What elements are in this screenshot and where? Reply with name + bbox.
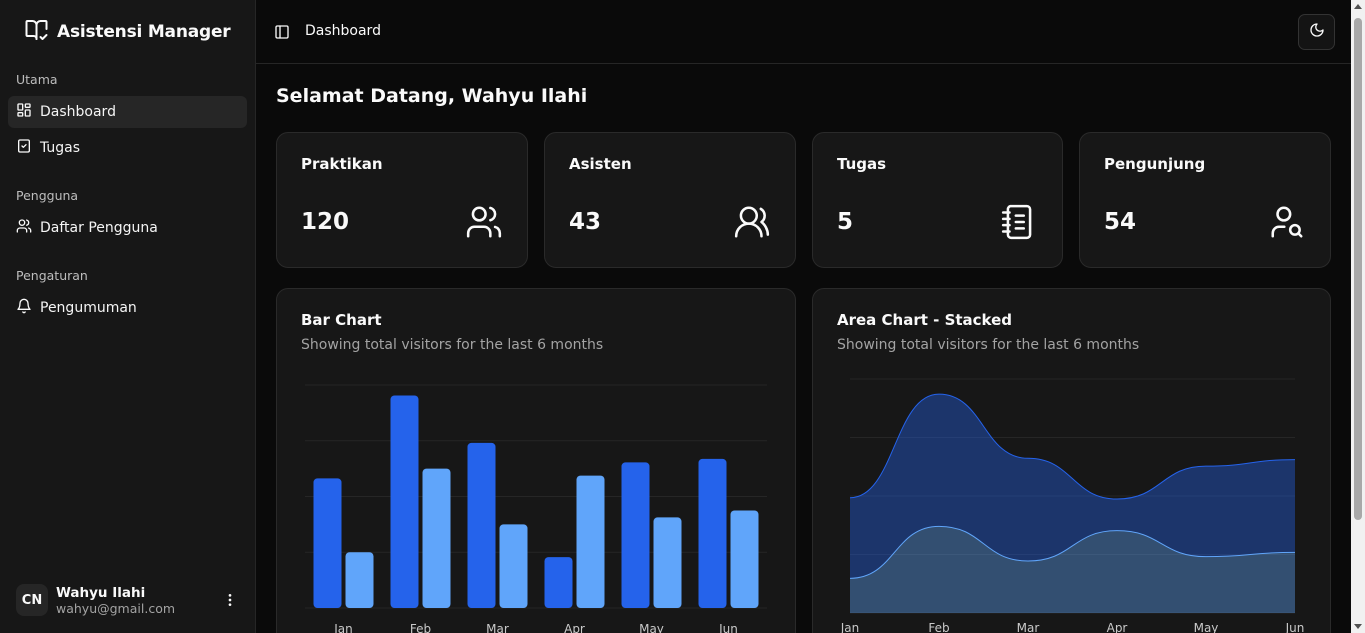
clipboard-check-icon [16, 138, 32, 158]
x-tick-label: Feb [928, 621, 949, 633]
moon-icon [1309, 22, 1325, 42]
bar [345, 552, 374, 608]
sidebar-item-daftar-pengguna[interactable]: Daftar Pengguna [8, 212, 247, 244]
sidebar-item-tugas[interactable]: Tugas [8, 132, 247, 164]
x-tick-label: Jan [333, 622, 353, 633]
stat-value: 5 [837, 209, 854, 235]
theme-toggle-button[interactable] [1298, 14, 1335, 50]
scrollbar[interactable] [1351, 0, 1365, 633]
book-check-icon [24, 18, 49, 46]
sidebar-item-label: Dashboard [40, 104, 116, 120]
bar [544, 557, 573, 608]
x-tick-label: Mar [1017, 621, 1040, 633]
x-tick-label: Jun [718, 622, 738, 633]
area-chart-card: Area Chart - Stacked Showing total visit… [812, 288, 1331, 633]
x-tick-label: May [639, 622, 664, 633]
x-tick-label: May [1194, 621, 1219, 633]
bar [576, 475, 605, 608]
layout-grid-icon [16, 102, 32, 122]
bar-chart: Jan Feb Mar Apr May Jun [305, 384, 767, 633]
stat-value: 120 [301, 209, 350, 235]
bar [653, 517, 682, 608]
user-profile[interactable]: CN Wahyu Ilahi wahyu@gmail.com [16, 584, 246, 616]
x-tick-label: Apr [1107, 621, 1128, 633]
nav-group-label-pengguna: Pengguna [16, 188, 79, 203]
bar [621, 462, 650, 608]
brand[interactable]: Asistensi Manager [24, 18, 231, 46]
scroll-up-arrow-icon[interactable] [1354, 4, 1362, 9]
x-tick-label: Apr [564, 622, 585, 633]
stat-card-pengunjung: Pengunjung 54 [1079, 132, 1331, 268]
sidebar-item-label: Daftar Pengguna [40, 220, 158, 236]
breadcrumb: Dashboard [305, 23, 381, 39]
topbar: Dashboard [256, 0, 1351, 64]
more-vertical-icon[interactable] [222, 592, 238, 612]
panel-left-icon[interactable] [274, 24, 290, 44]
sidebar: Asistensi Manager Utama Dashboard Tugas … [0, 0, 256, 633]
stat-title: Pengunjung [1104, 155, 1206, 173]
user-name: Wahyu Ilahi [56, 584, 146, 601]
stat-value: 43 [569, 209, 602, 235]
app-title: Asistensi Manager [57, 22, 231, 42]
users-round-icon [733, 203, 771, 245]
notebook-icon [1000, 203, 1038, 245]
stat-title: Praktikan [301, 155, 383, 173]
stat-value: 54 [1104, 209, 1137, 235]
stat-title: Asisten [569, 155, 632, 173]
avatar: CN [16, 584, 48, 616]
sidebar-item-label: Tugas [40, 140, 81, 156]
sidebar-item-label: Pengumuman [40, 300, 137, 316]
bar [499, 524, 528, 608]
page-title: Selamat Datang, Wahyu Ilahi [276, 85, 588, 107]
sidebar-item-dashboard[interactable]: Dashboard [8, 96, 247, 128]
stat-card-tugas: Tugas 5 [812, 132, 1063, 268]
user-search-icon [1268, 203, 1306, 245]
sidebar-item-pengumuman[interactable]: Pengumuman [8, 292, 247, 324]
x-tick-label: Feb [410, 622, 431, 633]
scrollbar-thumb[interactable] [1354, 18, 1362, 520]
users-icon [16, 218, 32, 238]
bar [698, 458, 727, 608]
bar [313, 478, 342, 608]
area-chart: Jan Feb Mar Apr May Jun [840, 378, 1305, 633]
bar [422, 468, 451, 608]
bar [730, 510, 759, 608]
users-icon [465, 203, 503, 245]
bell-icon [16, 298, 32, 318]
stat-card-praktikan: Praktikan 120 [276, 132, 528, 268]
stat-card-asisten: Asisten 43 [544, 132, 796, 268]
bar [390, 395, 419, 608]
scroll-down-arrow-icon[interactable] [1354, 624, 1362, 629]
user-email: wahyu@gmail.com [56, 600, 176, 616]
bar [467, 442, 496, 608]
x-tick-label: Mar [486, 622, 509, 633]
stat-title: Tugas [837, 155, 887, 173]
nav-group-label-pengaturan: Pengaturan [16, 268, 88, 283]
nav-group-label-utama: Utama [16, 72, 58, 87]
x-tick-label: Jan [840, 621, 860, 633]
bar-chart-card: Bar Chart Showing total visitors for the… [276, 288, 796, 633]
x-tick-label: Jun [1285, 621, 1305, 633]
